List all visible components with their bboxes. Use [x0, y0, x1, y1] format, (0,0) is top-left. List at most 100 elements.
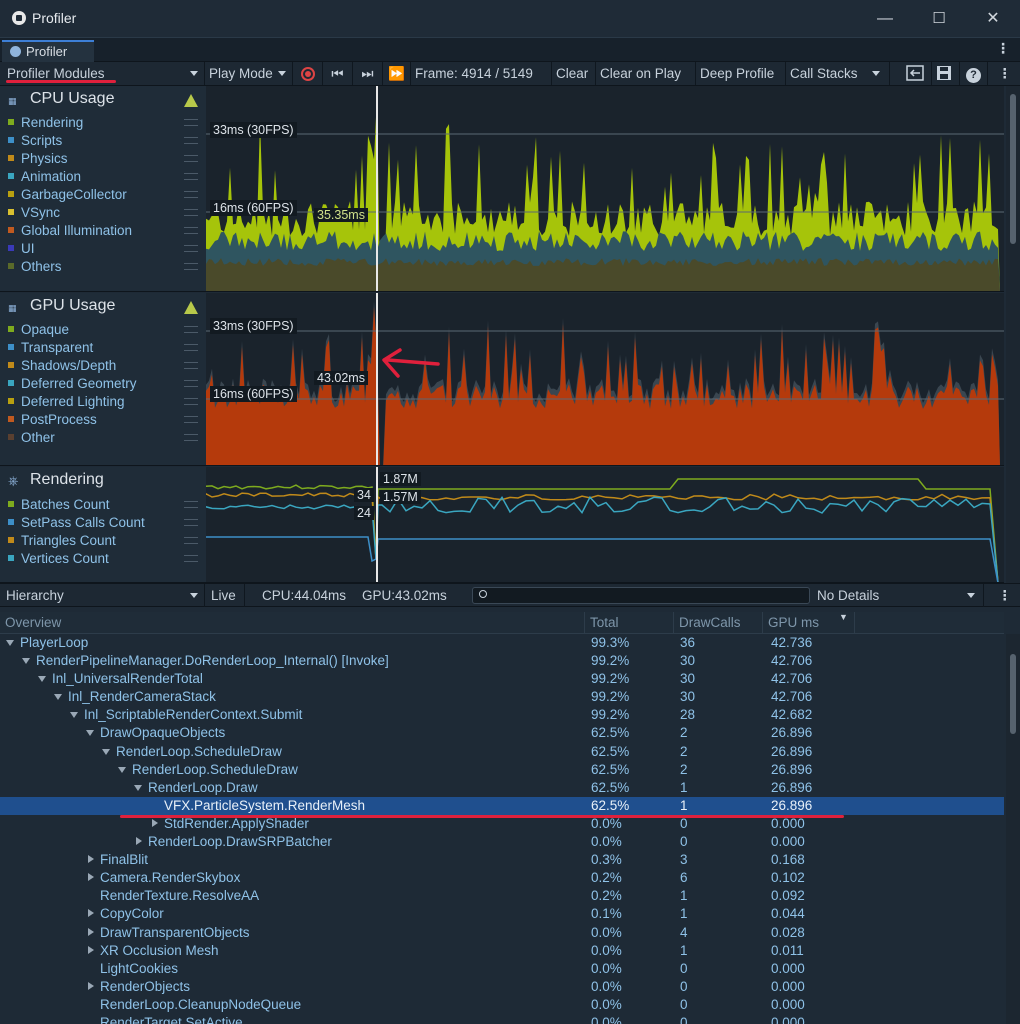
- next-frame-button[interactable]: ⏭: [353, 62, 383, 85]
- help-button[interactable]: ?: [960, 62, 988, 85]
- column-overview[interactable]: Overview: [0, 612, 585, 634]
- legend-item[interactable]: UI: [8, 240, 198, 258]
- collapse-arrow-icon[interactable]: [88, 927, 94, 936]
- modules-scrollbar[interactable]: [1006, 86, 1020, 583]
- cpu-usage-graph[interactable]: 33ms (30FPS) 16ms (60FPS) 35.35ms: [206, 86, 1004, 292]
- toolbar-menu-icon[interactable]: ⋮: [994, 62, 1014, 85]
- expand-arrow-icon[interactable]: [6, 640, 14, 646]
- gpu-usage-graph[interactable]: 33ms (30FPS) 16ms (60FPS) 43.02ms: [206, 293, 1004, 466]
- drag-handle-icon[interactable]: [184, 380, 198, 387]
- expand-arrow-icon[interactable]: [54, 694, 62, 701]
- last-frame-button[interactable]: ⏩: [383, 62, 411, 85]
- table-row[interactable]: XR Occlusion Mesh 0.0% 1 0.011: [0, 942, 1004, 960]
- play-mode-dropdown[interactable]: Play Mode: [205, 62, 293, 85]
- expand-arrow-icon[interactable]: [86, 730, 94, 737]
- legend-item[interactable]: Global Illumination: [8, 222, 198, 240]
- legend-item[interactable]: Deferred Lighting: [8, 393, 198, 411]
- drag-handle-icon[interactable]: [184, 344, 198, 351]
- prev-frame-button[interactable]: ⏮: [323, 62, 353, 85]
- legend-item[interactable]: Scripts: [8, 132, 198, 150]
- collapse-arrow-icon[interactable]: [88, 909, 94, 918]
- collapse-arrow-icon[interactable]: [88, 855, 94, 864]
- tab-menu-icon[interactable]: ⋮: [996, 38, 1010, 58]
- drag-handle-icon[interactable]: [184, 263, 198, 270]
- expand-arrow-icon[interactable]: [134, 784, 142, 791]
- legend-item[interactable]: Physics: [8, 150, 198, 168]
- collapse-arrow-icon[interactable]: [136, 837, 142, 846]
- legend-item[interactable]: Rendering: [8, 114, 198, 132]
- drag-handle-icon[interactable]: [184, 519, 198, 526]
- expand-arrow-icon[interactable]: [70, 712, 78, 719]
- call-stacks-dropdown[interactable]: Call Stacks: [786, 62, 890, 85]
- expand-arrow-icon[interactable]: [102, 748, 110, 755]
- clear-on-play-button[interactable]: Clear on Play: [596, 62, 696, 85]
- drag-handle-icon[interactable]: [184, 362, 198, 369]
- collapse-arrow-icon[interactable]: [88, 873, 94, 882]
- table-row[interactable]: RenderLoop.ScheduleDraw 62.5% 2 26.896: [0, 761, 1004, 779]
- expand-arrow-icon[interactable]: [118, 766, 126, 773]
- expand-arrow-icon[interactable]: [38, 676, 46, 683]
- drag-handle-icon[interactable]: [184, 227, 198, 234]
- expand-arrow-icon[interactable]: [22, 658, 30, 665]
- drag-handle-icon[interactable]: [184, 119, 198, 126]
- drag-handle-icon[interactable]: [184, 191, 198, 198]
- table-row[interactable]: RenderLoop.CleanupNodeQueue 0.0% 0 0.000: [0, 996, 1004, 1014]
- table-row[interactable]: Camera.RenderSkybox 0.2% 6 0.102: [0, 869, 1004, 887]
- details-dropdown[interactable]: No Details: [812, 584, 984, 607]
- view-mode-dropdown[interactable]: Hierarchy: [0, 584, 205, 607]
- drag-handle-icon[interactable]: [184, 501, 198, 508]
- legend-item[interactable]: Transparent: [8, 339, 198, 357]
- drag-handle-icon[interactable]: [184, 555, 198, 562]
- tab-profiler[interactable]: Profiler: [2, 40, 94, 62]
- table-row[interactable]: RenderLoop.ScheduleDraw 62.5% 2 26.896: [0, 743, 1004, 761]
- table-row[interactable]: RenderTarget.SetActive 0.0% 0 0.000: [0, 1014, 1004, 1024]
- minimize-button[interactable]: —: [862, 6, 908, 32]
- table-row[interactable]: VFX.ParticleSystem.RenderMesh 62.5% 1 26.89…: [0, 796, 1004, 815]
- legend-item[interactable]: Vertices Count: [8, 550, 198, 568]
- table-row[interactable]: CopyColor 0.1% 1 0.044: [0, 905, 1004, 923]
- hierarchy-scrollbar[interactable]: [1006, 634, 1020, 1024]
- legend-item[interactable]: Animation: [8, 168, 198, 186]
- drag-handle-icon[interactable]: [184, 137, 198, 144]
- legend-item[interactable]: Deferred Geometry: [8, 375, 198, 393]
- legend-item[interactable]: Triangles Count: [8, 532, 198, 550]
- table-row[interactable]: Inl_RenderCameraStack 99.2% 30 42.706: [0, 688, 1004, 706]
- table-row[interactable]: FinalBlit 0.3% 3 0.168: [0, 851, 1004, 869]
- table-row[interactable]: RenderLoop.DrawSRPBatcher 0.0% 0 0.000: [0, 833, 1004, 851]
- clear-button[interactable]: Clear: [552, 62, 596, 85]
- record-button[interactable]: [293, 62, 323, 85]
- legend-item[interactable]: Batches Count: [8, 496, 198, 514]
- drag-handle-icon[interactable]: [184, 245, 198, 252]
- live-toggle[interactable]: Live: [205, 584, 245, 607]
- table-row[interactable]: DrawTransparentObjects 0.0% 4 0.028: [0, 924, 1004, 942]
- column-total[interactable]: Total: [585, 612, 674, 634]
- maximize-button[interactable]: ☐: [916, 6, 962, 32]
- table-row[interactable]: Inl_ScriptableRenderContext.Submit 99.2% 2…: [0, 706, 1004, 724]
- close-button[interactable]: ✕: [970, 6, 1016, 32]
- table-row[interactable]: RenderTexture.ResolveAA 0.2% 1 0.092: [0, 887, 1004, 905]
- table-row[interactable]: LightCookies 0.0% 0 0.000: [0, 960, 1004, 978]
- column-gpu-ms[interactable]: GPU ms ▼: [763, 612, 855, 634]
- search-input[interactable]: [472, 587, 810, 604]
- legend-item[interactable]: Opaque: [8, 321, 198, 339]
- load-button[interactable]: [902, 62, 932, 85]
- scrollbar-thumb[interactable]: [1010, 654, 1016, 734]
- legend-item[interactable]: SetPass Calls Count: [8, 514, 198, 532]
- collapse-arrow-icon[interactable]: [152, 818, 158, 827]
- drag-handle-icon[interactable]: [184, 537, 198, 544]
- legend-item[interactable]: GarbageCollector: [8, 186, 198, 204]
- collapse-arrow-icon[interactable]: [88, 945, 94, 954]
- drag-handle-icon[interactable]: [184, 209, 198, 216]
- drag-handle-icon[interactable]: [184, 434, 198, 441]
- table-row[interactable]: PlayerLoop 99.3% 36 42.736: [0, 634, 1004, 652]
- drag-handle-icon[interactable]: [184, 416, 198, 423]
- drag-handle-icon[interactable]: [184, 326, 198, 333]
- legend-item[interactable]: Others: [8, 258, 198, 276]
- collapse-arrow-icon[interactable]: [88, 981, 94, 990]
- legend-item[interactable]: PostProcess: [8, 411, 198, 429]
- table-row[interactable]: RenderPipelineManager.DoRenderLoop_Inter…: [0, 652, 1004, 670]
- scrollbar-thumb[interactable]: [1010, 94, 1016, 244]
- table-row[interactable]: RenderLoop.Draw 62.5% 1 26.896: [0, 779, 1004, 797]
- legend-item[interactable]: VSync: [8, 204, 198, 222]
- module-cpu-usage[interactable]: ▦ CPU Usage Rendering Scripts Physics Animat…: [0, 86, 206, 292]
